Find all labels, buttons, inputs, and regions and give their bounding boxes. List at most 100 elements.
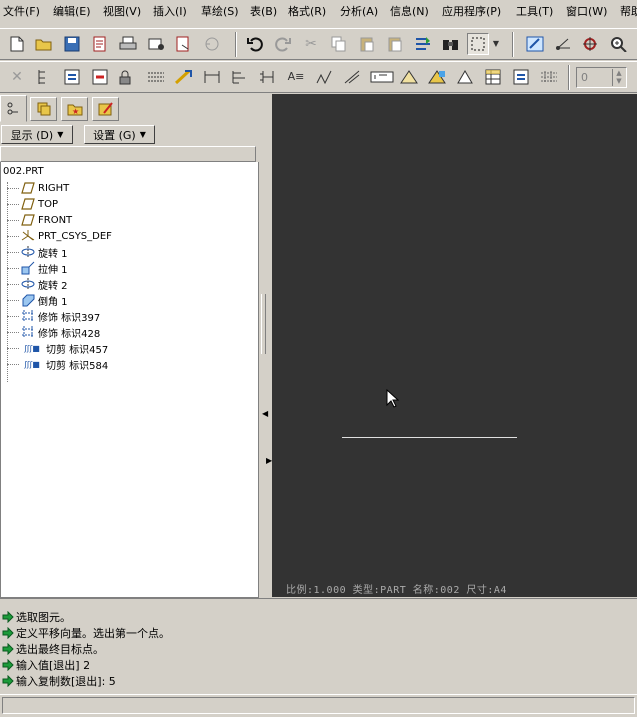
- chevron-down-icon: ▼: [139, 130, 146, 139]
- settings-dropdown[interactable]: 设置 (G) ▼: [84, 125, 155, 144]
- cut-icon: ʃʃʃ■: [24, 359, 40, 369]
- print-preview-icon[interactable]: [89, 33, 111, 55]
- regenerate-model-icon[interactable]: [412, 33, 434, 55]
- orient-mode-icon[interactable]: [580, 33, 602, 55]
- graphics-viewport[interactable]: 比例:1.000 类型:PART 名称:002 尺寸:A4: [272, 94, 637, 597]
- secondary-toolbar: ✕ A≡ 0 ▲ ▼: [0, 61, 637, 93]
- ordinate-dimension-icon[interactable]: [229, 66, 251, 88]
- refresh-arrows-icon[interactable]: [61, 66, 83, 88]
- message-line: 选出最终目标点。: [2, 641, 104, 657]
- tree-item-label: 倒角 1: [38, 296, 68, 308]
- message-text: 选出最终目标点。: [16, 643, 104, 656]
- redo-icon[interactable]: [272, 33, 294, 55]
- menu-help[interactable]: 帮助: [620, 5, 637, 19]
- table-insert-icon[interactable]: [482, 66, 504, 88]
- tree-item-cosmetic-397[interactable]: 修饰 标识397: [7, 308, 100, 324]
- paste-icon[interactable]: [356, 33, 378, 55]
- tree-item-cut-457[interactable]: ʃʃʃ■ 切剪 标识457: [7, 340, 108, 356]
- menu-sketch[interactable]: 草绘(S): [201, 5, 239, 19]
- panel-splitter[interactable]: ◀ ▶: [261, 94, 272, 598]
- datum-plane-icon: [21, 197, 35, 211]
- message-line: 输入复制数[退出]: 5: [2, 673, 116, 689]
- datum-plane-icon: [21, 213, 35, 227]
- tree-item-label: FRONT: [38, 214, 73, 226]
- tab-layers[interactable]: [30, 97, 57, 121]
- table-grid-small-icon[interactable]: [538, 66, 560, 88]
- menu-view[interactable]: 视图(V): [103, 5, 141, 19]
- tree-item-revolve-1[interactable]: 旋转 1: [7, 244, 68, 260]
- chevron-down-icon[interactable]: ▼: [490, 33, 502, 55]
- datum-tag-icon[interactable]: [369, 66, 395, 88]
- reference-dimension-icon[interactable]: [257, 66, 279, 88]
- tree-item-extrude-1[interactable]: 拉伸 1: [7, 260, 68, 276]
- surface-finish-icon[interactable]: [313, 66, 335, 88]
- tree-item-cosmetic-428[interactable]: 修饰 标识428: [7, 324, 100, 340]
- dimension-tool-icon[interactable]: [173, 66, 195, 88]
- menu-analysis[interactable]: 分析(A): [340, 5, 378, 19]
- regenerate-icon[interactable]: [201, 33, 223, 55]
- feature-list-icon[interactable]: [33, 66, 55, 88]
- tree-item-chamfer-1[interactable]: 倒角 1: [7, 292, 68, 308]
- table-refresh-icon[interactable]: [510, 66, 532, 88]
- tree-item-right[interactable]: RIGHT: [7, 180, 69, 196]
- cut-icon[interactable]: ✂: [300, 33, 322, 55]
- message-text: 输入值[退出] 2: [16, 659, 91, 672]
- zoom-in-icon[interactable]: [608, 33, 630, 55]
- tree-item-cut-584[interactable]: ʃʃʃ■ 切剪 标识584: [7, 356, 108, 372]
- selection-box-icon[interactable]: [467, 33, 489, 55]
- sketched-line: [342, 437, 517, 438]
- collapse-left-icon[interactable]: ◀: [262, 409, 268, 418]
- datum-target-icon[interactable]: [398, 66, 420, 88]
- symbol-gallery-icon[interactable]: [454, 66, 476, 88]
- menu-info[interactable]: 信息(N): [390, 5, 429, 19]
- send-mail-icon[interactable]: [145, 33, 167, 55]
- find-binoculars-icon[interactable]: [440, 33, 462, 55]
- tree-item-front[interactable]: FRONT: [7, 212, 72, 228]
- new-file-icon[interactable]: [6, 33, 28, 55]
- tab-favorites[interactable]: ★: [61, 97, 88, 121]
- linear-dimension-icon[interactable]: [201, 66, 223, 88]
- menu-table[interactable]: 表(B): [250, 5, 277, 19]
- copy-icon[interactable]: [328, 33, 350, 55]
- svg-text:★: ★: [72, 107, 79, 116]
- open-folder-icon[interactable]: [33, 33, 55, 55]
- undo-icon[interactable]: [244, 33, 266, 55]
- delete-icon[interactable]: ✕: [6, 66, 28, 88]
- insert-mode-icon[interactable]: [89, 66, 111, 88]
- show-dropdown[interactable]: 显示 (D) ▼: [1, 125, 73, 144]
- menu-window[interactable]: 窗口(W): [566, 5, 607, 19]
- menu-insert[interactable]: 插入(I): [153, 5, 187, 19]
- print-icon[interactable]: [117, 33, 139, 55]
- tab-connections[interactable]: [92, 97, 119, 121]
- tree-item-csys[interactable]: PRT_CSYS_DEF: [7, 228, 112, 244]
- value-spinbox[interactable]: 0 ▲ ▼: [576, 67, 627, 88]
- message-line: 定义平移向量。选出第一个点。: [2, 625, 170, 641]
- menu-format[interactable]: 格式(R): [288, 5, 326, 19]
- tree-column-header[interactable]: [0, 146, 256, 162]
- spin-center-icon[interactable]: [552, 33, 574, 55]
- geometric-tolerance-icon[interactable]: [341, 66, 363, 88]
- cosmetic-icon: [21, 309, 35, 323]
- menu-applications[interactable]: 应用程序(P): [442, 5, 501, 19]
- lock-icon[interactable]: [117, 66, 139, 88]
- tree-item-revolve-2[interactable]: 旋转 2: [7, 276, 68, 292]
- menu-tools[interactable]: 工具(T): [516, 5, 553, 19]
- message-arrow-icon: [2, 611, 14, 623]
- menu-edit[interactable]: 编辑(E): [53, 5, 91, 19]
- repaint-icon[interactable]: [524, 33, 546, 55]
- tree-item-label: 切剪 标识457: [46, 344, 109, 356]
- spinbox-arrows-icon[interactable]: ▲ ▼: [612, 69, 625, 86]
- tree-item-top[interactable]: TOP: [7, 196, 58, 212]
- table-grid-icon[interactable]: [145, 66, 167, 88]
- toolbar-separator: [235, 32, 237, 57]
- paste-special-icon[interactable]: [384, 33, 406, 55]
- note-text-icon[interactable]: A≡: [285, 66, 307, 88]
- menu-file[interactable]: 文件(F): [3, 5, 40, 19]
- menu-bar: 文件(F) 编辑(E) 视图(V) 插入(I) 草绘(S) 表(B) 格式(R)…: [0, 0, 637, 24]
- splitter-grip[interactable]: [261, 294, 266, 354]
- tab-model-tree[interactable]: [0, 95, 27, 122]
- weld-symbol-icon[interactable]: [426, 66, 448, 88]
- save-icon[interactable]: [61, 33, 83, 55]
- send-link-icon[interactable]: [173, 33, 195, 55]
- tree-root[interactable]: 002.PRT: [3, 166, 44, 177]
